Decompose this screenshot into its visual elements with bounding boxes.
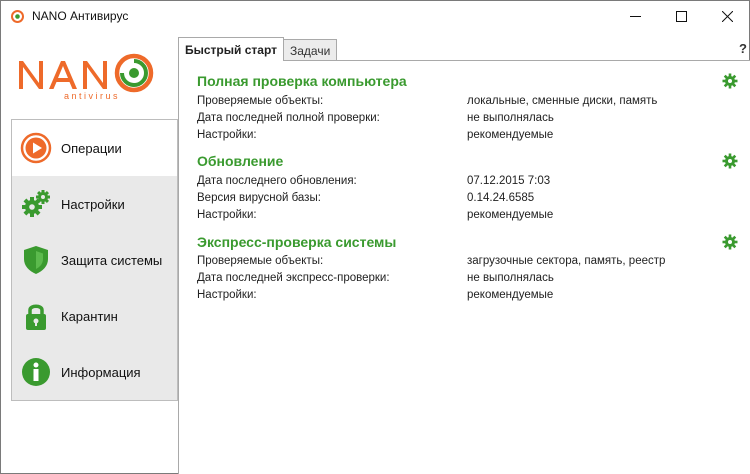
nav-item-label: Карантин bbox=[61, 308, 118, 324]
row-value: загрузочные сектора, память, реестр bbox=[467, 255, 666, 267]
section-title-update[interactable]: Обновление bbox=[197, 153, 283, 169]
nav-item-quarantine[interactable]: Карантин bbox=[12, 288, 177, 344]
tab-quick-start[interactable]: Быстрый старт bbox=[178, 37, 284, 61]
section-title-express-scan[interactable]: Экспресс-проверка системы bbox=[197, 234, 396, 250]
lock-icon bbox=[26, 304, 46, 330]
nav-item-label: Защита системы bbox=[61, 252, 163, 268]
row-label: Настройки: bbox=[197, 289, 257, 301]
window-title: NANO Антивирус bbox=[32, 9, 129, 23]
nano-logo: antivirus bbox=[11, 37, 177, 117]
section-title-full-scan[interactable]: Полная проверка компьютера bbox=[197, 73, 407, 89]
help-button[interactable]: ? bbox=[739, 41, 747, 56]
row-label: Дата последнего обновления: bbox=[197, 175, 357, 187]
row-label: Дата последней экспресс-проверки: bbox=[197, 272, 390, 284]
play-circle-icon bbox=[20, 132, 52, 164]
tab-tasks[interactable]: Задачи bbox=[283, 39, 338, 61]
row-label: Проверяемые объекты: bbox=[197, 95, 324, 107]
nav-item-label: Информация bbox=[61, 364, 141, 380]
nav-item-label: Операции bbox=[61, 140, 122, 156]
row-value: рекомендуемые bbox=[467, 129, 554, 141]
row-value: рекомендуемые bbox=[467, 289, 554, 301]
row-label: Дата последней полной проверки: bbox=[197, 112, 380, 124]
quick-start-panel: Полная проверка компьютера Проверяемые о… bbox=[178, 60, 750, 474]
row-value: рекомендуемые bbox=[467, 209, 554, 221]
row-label: Проверяемые объекты: bbox=[197, 255, 324, 267]
nav-item-label: Настройки bbox=[61, 196, 125, 212]
nano-app-icon bbox=[11, 10, 24, 23]
tab-bar: Быстрый старт Задачи bbox=[178, 37, 750, 61]
svg-text:antivirus: antivirus bbox=[64, 91, 120, 101]
shield-icon bbox=[24, 246, 48, 274]
row-value: не выполнялась bbox=[467, 112, 554, 124]
close-icon bbox=[721, 10, 733, 22]
row-value: 07.12.2015 7:03 bbox=[467, 175, 551, 187]
info-icon bbox=[22, 358, 50, 386]
app-window: NANO Антивирус antivirus Операции Настро… bbox=[0, 0, 750, 474]
nano-logo-graphic: antivirus bbox=[19, 53, 154, 101]
gear-icon[interactable] bbox=[722, 234, 738, 250]
maximize-button[interactable] bbox=[658, 1, 704, 31]
row-value: 0.14.24.6585 bbox=[467, 192, 535, 204]
gears-icon bbox=[22, 190, 50, 217]
close-button[interactable] bbox=[704, 1, 750, 31]
nav-item-operations[interactable]: Операции bbox=[12, 120, 177, 176]
gear-icon[interactable] bbox=[722, 153, 738, 169]
row-label: Настройки: bbox=[197, 209, 257, 221]
minimize-button[interactable] bbox=[612, 1, 658, 31]
nav-item-system-protection[interactable]: Защита системы bbox=[12, 232, 177, 288]
row-value: не выполнялась bbox=[467, 272, 554, 284]
minimize-icon bbox=[629, 15, 641, 17]
row-label: Версия вирусной базы: bbox=[197, 192, 321, 204]
title-bar[interactable]: NANO Антивирус bbox=[1, 1, 749, 31]
row-value: локальные, сменные диски, память bbox=[467, 95, 658, 107]
nav-item-information[interactable]: Информация bbox=[12, 344, 177, 400]
row-label: Настройки: bbox=[197, 129, 257, 141]
gear-icon[interactable] bbox=[722, 73, 738, 89]
nav-item-settings[interactable]: Настройки bbox=[12, 176, 177, 232]
maximize-icon bbox=[675, 10, 687, 22]
sidebar-nav: Операции Настройки Защита системы Карант… bbox=[11, 119, 178, 401]
